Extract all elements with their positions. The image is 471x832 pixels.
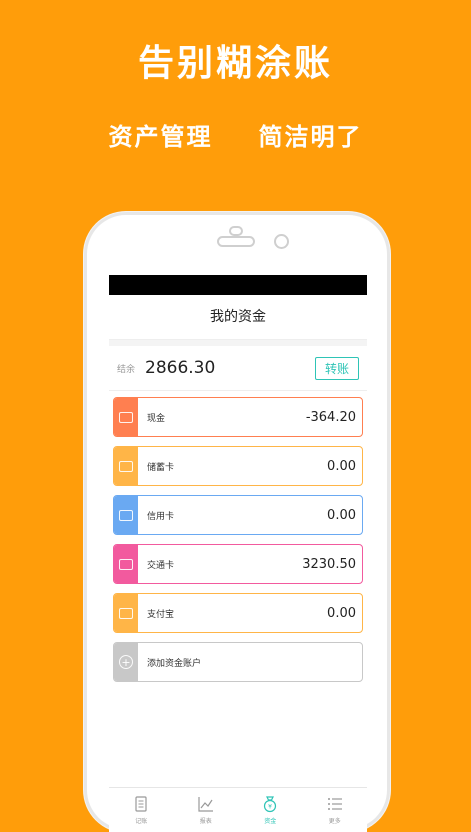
subline-right: 简洁明了	[258, 123, 363, 151]
subline-left: 资产管理	[108, 123, 213, 151]
debit-card-icon	[114, 447, 138, 485]
tab-label: 更多	[328, 818, 341, 825]
tab-bookkeeping[interactable]: 记账	[109, 788, 174, 832]
notebook-icon	[135, 796, 147, 812]
account-amount: 0.00	[327, 507, 356, 523]
page-title: 我的资金	[109, 295, 367, 340]
account-amount: 3230.50	[302, 556, 356, 572]
tab-report[interactable]: 报表	[174, 788, 239, 832]
add-icon: +	[114, 643, 138, 681]
tab-label: 资金	[264, 818, 277, 825]
account-name: 储蓄卡	[147, 462, 175, 473]
money-bag-icon: ¥	[264, 796, 277, 813]
add-account-button[interactable]: + 添加资金账户	[113, 642, 363, 682]
cash-icon	[114, 398, 138, 436]
tab-label: 记账	[135, 818, 148, 825]
balance-row: 结余 2866.30 转账	[109, 346, 367, 391]
balance-label: 结余	[117, 364, 136, 375]
tab-bar: 记账 报表 ¥ 资金 更多	[109, 787, 367, 832]
subline: 资产管理 简洁明了	[0, 117, 471, 152]
account-name: 现金	[147, 413, 166, 424]
status-bar	[109, 275, 367, 295]
account-name: 交通卡	[147, 560, 175, 571]
more-list-icon	[327, 798, 342, 810]
tab-more[interactable]: 更多	[303, 788, 368, 832]
account-name: 信用卡	[147, 511, 175, 522]
transfer-button[interactable]: 转账	[314, 356, 359, 380]
tab-funds[interactable]: ¥ 资金	[238, 788, 303, 832]
account-list: 现金 -364.20 储蓄卡 0.00 信用卡 0.00 交通卡 3230.50…	[109, 391, 367, 682]
transit-card-icon	[114, 545, 138, 583]
headline: 告别糊涂账	[137, 43, 333, 84]
account-credit-card[interactable]: 信用卡 0.00	[113, 495, 363, 535]
svg-text:¥: ¥	[268, 804, 272, 811]
balance-value: 2866.30	[145, 358, 216, 378]
add-account-label: 添加资金账户	[147, 658, 202, 669]
tab-label: 报表	[199, 818, 212, 825]
speaker-icon	[217, 226, 255, 247]
account-transit-card[interactable]: 交通卡 3230.50	[113, 544, 363, 584]
phone-frame: 我的资金 结余 2866.30 转账 现金 -364.20 储蓄卡 0.00 信…	[84, 212, 390, 832]
account-amount: 0.00	[327, 605, 356, 621]
account-amount: -364.20	[305, 409, 356, 425]
account-debit-card[interactable]: 储蓄卡 0.00	[113, 446, 363, 486]
account-alipay[interactable]: 支付宝 0.00	[113, 593, 363, 633]
chart-icon	[198, 797, 213, 812]
account-cash[interactable]: 现金 -364.20	[113, 397, 363, 437]
camera-icon	[274, 234, 289, 249]
account-amount: 0.00	[327, 458, 356, 474]
phone-screen: 我的资金 结余 2866.30 转账 现金 -364.20 储蓄卡 0.00 信…	[109, 275, 367, 832]
credit-card-icon	[114, 496, 138, 534]
alipay-icon	[114, 594, 138, 632]
account-name: 支付宝	[147, 609, 175, 620]
